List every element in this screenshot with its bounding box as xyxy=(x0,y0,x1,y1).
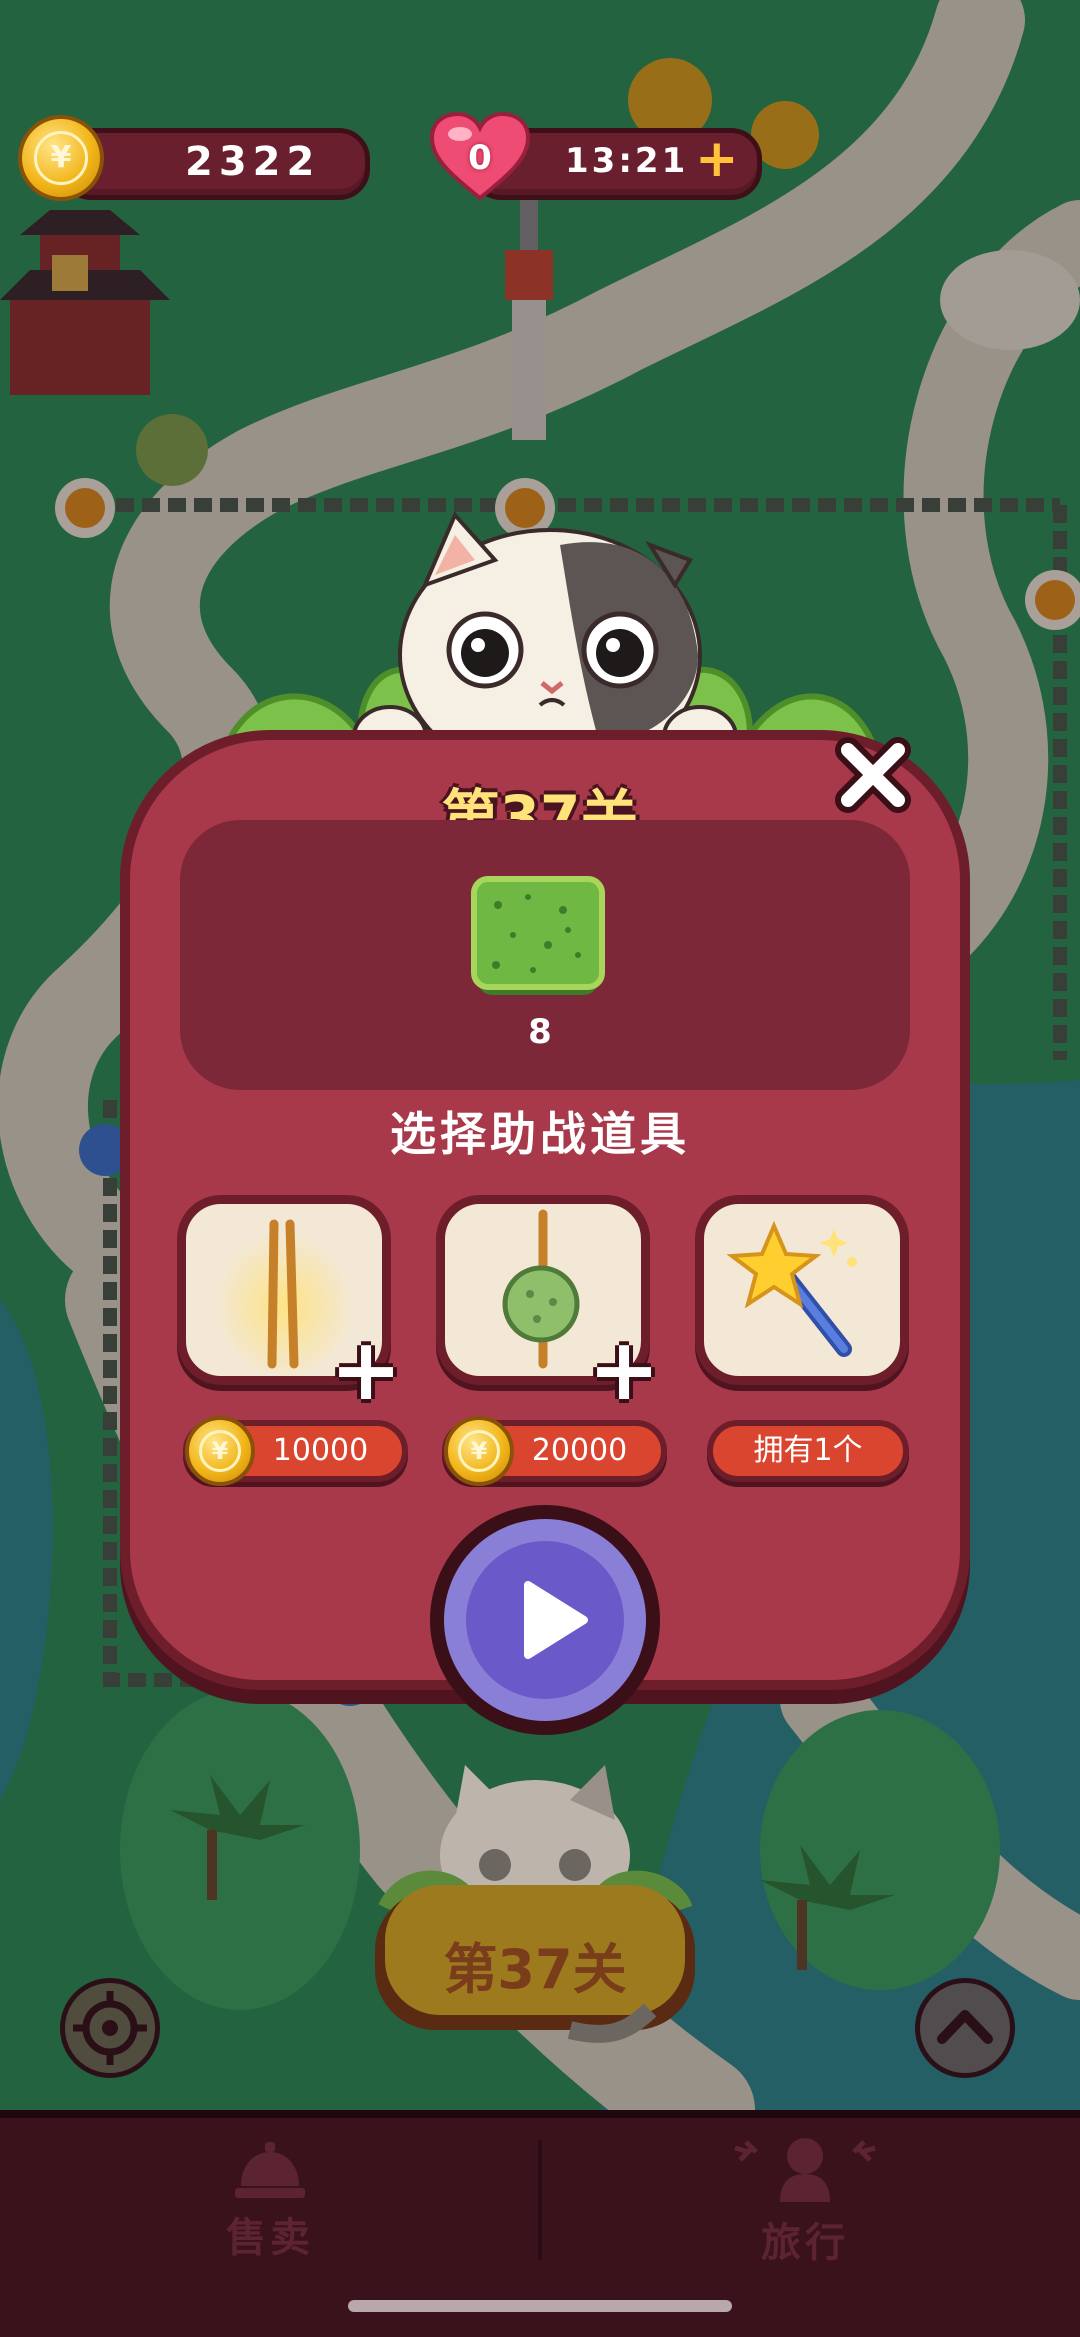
add-lives-button[interactable]: + xyxy=(695,129,739,189)
service-bell-icon xyxy=(235,2142,305,2198)
magic-wand-icon xyxy=(726,1220,857,1357)
booster-3-owned-label: 拥有1个 xyxy=(753,1433,863,1468)
coin-counter[interactable]: 2322 xyxy=(60,128,370,200)
target-icon xyxy=(73,1991,147,2065)
play-button[interactable] xyxy=(430,1505,660,1735)
booster-header: 选择助战道具 xyxy=(390,1107,690,1161)
bottom-nav: 售卖 旅行 xyxy=(0,2110,1080,2337)
home-indicator[interactable] xyxy=(348,2300,732,2312)
locate-button[interactable] xyxy=(60,1978,160,2078)
booster-1-price: 10000 xyxy=(272,1433,369,1468)
nav-separator xyxy=(538,2140,542,2260)
nav-item-travel[interactable]: 旅行 xyxy=(705,2120,905,2280)
scroll-up-button[interactable] xyxy=(915,1978,1015,2078)
grass-tile-icon xyxy=(468,875,608,1005)
map-level-marker[interactable]: 第37关 xyxy=(370,1760,700,2050)
booster-magic-wand-card[interactable] xyxy=(695,1195,909,1385)
traveler-icon xyxy=(734,2138,876,2202)
booster-2-price: 20000 xyxy=(531,1433,628,1468)
cat-on-marker-icon xyxy=(375,1765,695,2043)
booster-3-owned-badge[interactable]: 拥有1个 xyxy=(707,1420,909,1482)
lives-count: 0 xyxy=(468,138,492,178)
play-icon xyxy=(524,1581,588,1659)
coin-amount: 2322 xyxy=(185,139,321,185)
nav-item-travel-label: 旅行 xyxy=(761,2220,849,2266)
map-level-banner-text: 第37关 xyxy=(443,1938,627,2001)
life-timer: 13:21 xyxy=(565,141,689,181)
close-icon xyxy=(835,737,911,813)
close-button[interactable] xyxy=(828,730,918,820)
add-booster-1-icon[interactable]: + xyxy=(330,1327,402,1413)
coin-icon: ¥ xyxy=(18,115,104,201)
chevron-up-icon xyxy=(937,2010,993,2044)
goal-count: 8 xyxy=(528,1012,552,1052)
booster-2-coin-icon: ¥ xyxy=(444,1416,514,1486)
nav-item-sell-label: 售卖 xyxy=(226,2215,314,2261)
add-booster-2-icon[interactable]: + xyxy=(588,1327,660,1413)
heart-icon: 0 xyxy=(429,111,531,202)
coin-symbol: ¥ xyxy=(34,131,88,185)
booster-1-coin-icon: ¥ xyxy=(185,1416,255,1486)
nav-item-sell[interactable]: 售卖 xyxy=(170,2130,370,2280)
nav-divider xyxy=(0,2110,1080,2118)
